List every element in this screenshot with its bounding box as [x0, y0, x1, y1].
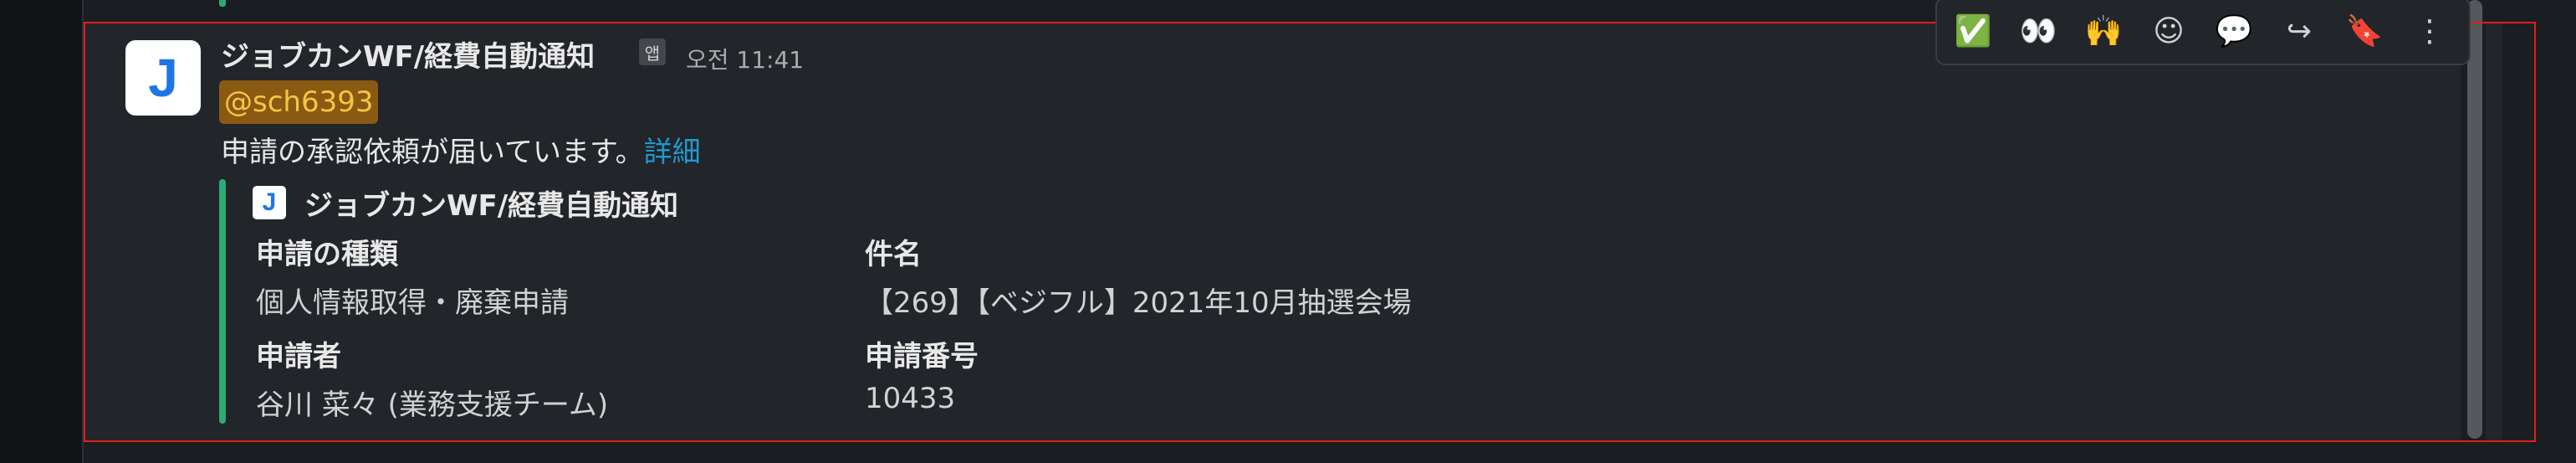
- message-actions-toolbar: ✅ 👀 🙌 ☺ 💬 ↪ 🔖 ⋮: [1935, 0, 2471, 65]
- eyes-icon[interactable]: 👀: [2012, 5, 2064, 57]
- raised-hands-icon[interactable]: 🙌: [2078, 5, 2129, 57]
- field-label-request-number: 申請番号: [865, 340, 979, 373]
- scrollbar-thumb[interactable]: [2467, 0, 2482, 439]
- user-mention[interactable]: @sch6393: [219, 80, 379, 124]
- bookmark-icon[interactable]: 🔖: [2338, 5, 2390, 57]
- message-body-text: 申請の承認依頼が届いています。: [221, 136, 644, 169]
- field-label-request-type: 申請の種類: [256, 238, 398, 271]
- message-container[interactable]: [84, 23, 2502, 442]
- sender-name[interactable]: ジョブカンWF/経費自動通知: [221, 33, 595, 75]
- field-label-subject: 件名: [865, 238, 922, 271]
- previous-attachment-bar: [219, 0, 226, 7]
- attachment-icon-letter: J: [262, 188, 277, 216]
- app-badge: 앱: [639, 39, 666, 65]
- field-value-subject: 【269】【ベジフル】2021年10月抽選会場: [865, 286, 1412, 320]
- message-body: 申請の承認依頼が届いています。詳細: [221, 129, 701, 170]
- thread-reply-icon[interactable]: 💬: [2208, 5, 2260, 57]
- attachment-accent-bar: [219, 179, 226, 424]
- field-value-applicant: 谷川 菜々 (業務支援チーム): [256, 388, 609, 422]
- more-vertical-icon[interactable]: ⋮: [2404, 5, 2456, 57]
- message-timestamp[interactable]: 오전 11:41: [686, 42, 804, 75]
- sender-avatar[interactable]: J: [125, 40, 201, 116]
- attachment-app-icon: J: [253, 186, 286, 219]
- details-link[interactable]: 詳細: [644, 136, 701, 169]
- add-reaction-icon[interactable]: ☺: [2143, 5, 2195, 57]
- field-label-applicant: 申請者: [256, 340, 341, 373]
- avatar-letter: J: [148, 48, 178, 108]
- share-icon[interactable]: ↪: [2273, 5, 2325, 57]
- attachment-title: ジョブカンWF/経費自動通知: [304, 189, 679, 223]
- check-mark-icon[interactable]: ✅: [1947, 5, 1999, 57]
- field-value-request-number: 10433: [865, 382, 956, 415]
- left-sidebar-edge: [0, 0, 84, 463]
- field-value-request-type: 個人情報取得・廃棄申請: [256, 286, 569, 320]
